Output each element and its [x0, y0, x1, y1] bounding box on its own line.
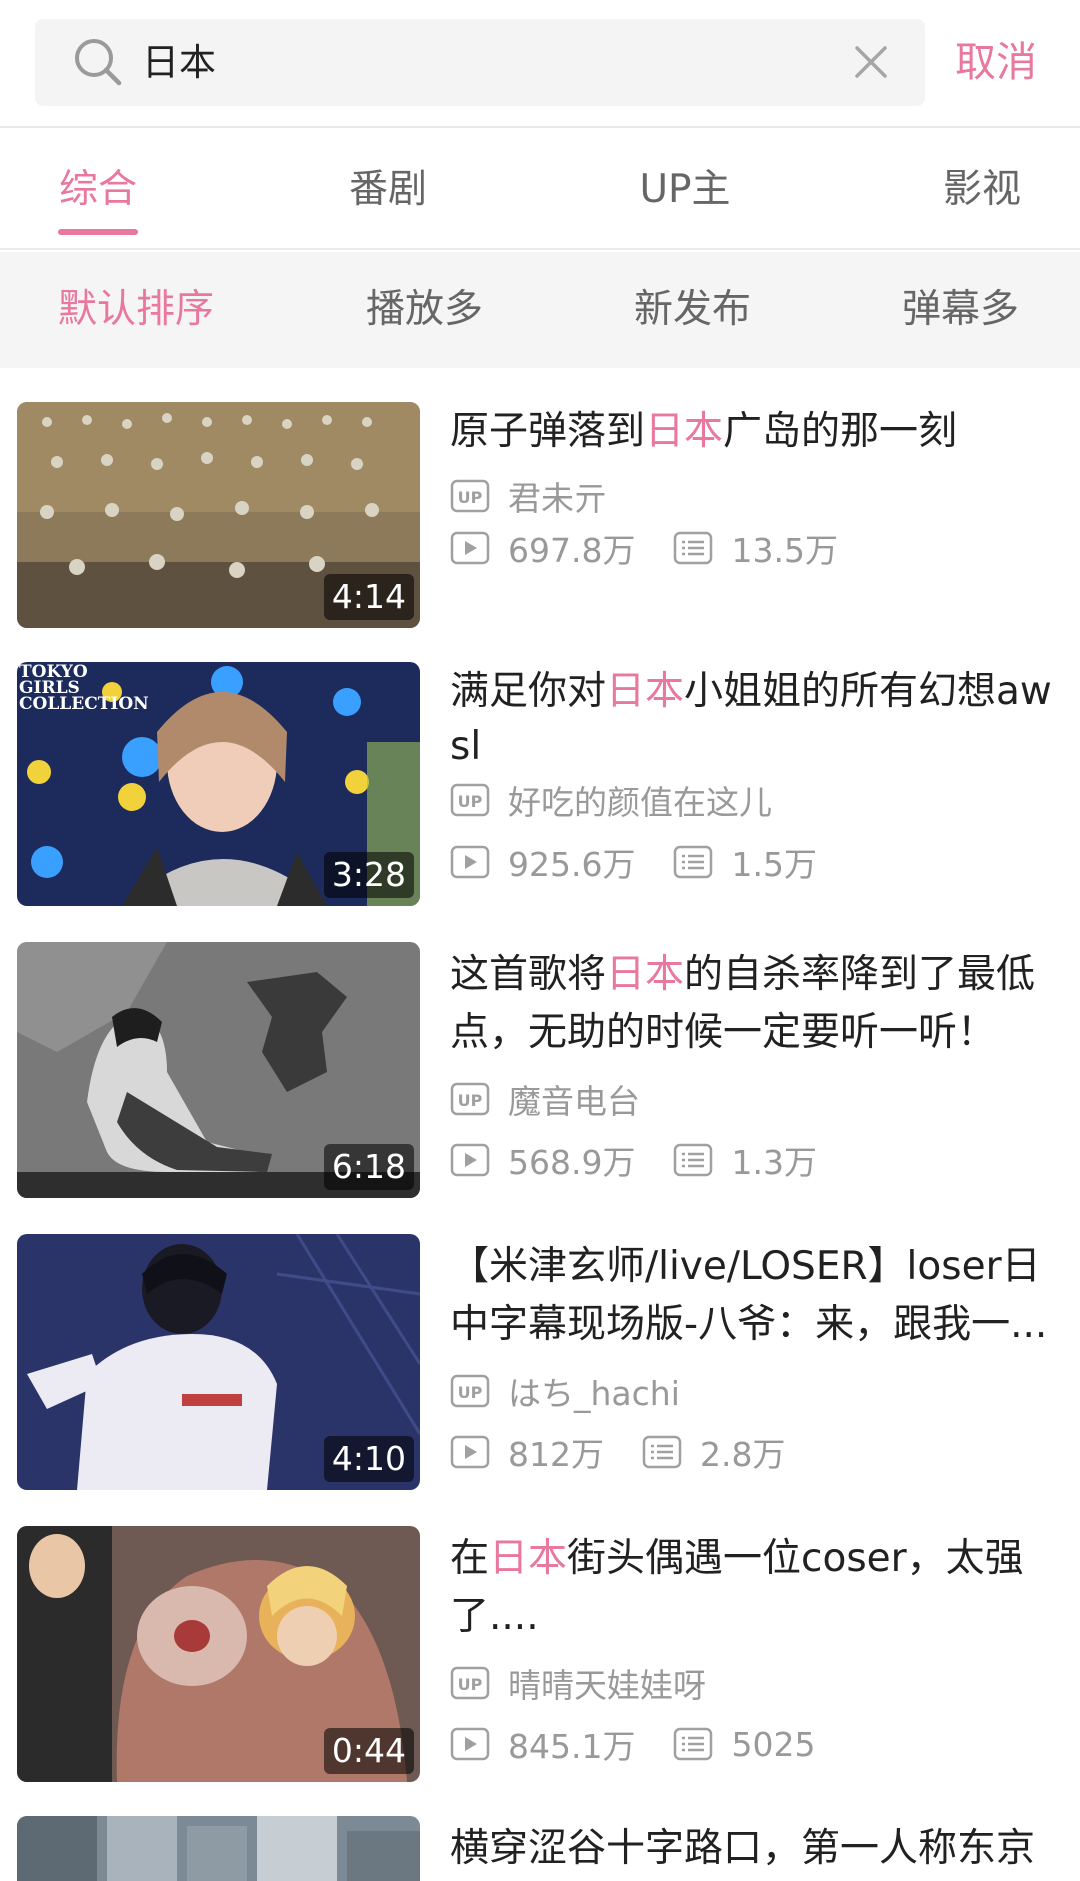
- play-count-icon: [450, 531, 490, 565]
- video-duration: 4:14: [323, 574, 414, 620]
- sort-most-danmaku[interactable]: 弹幕多: [902, 252, 1019, 368]
- video-thumbnail[interactable]: 0:44: [17, 1526, 420, 1782]
- sort-bar: 默认排序 播放多 新发布 弹幕多: [0, 252, 1080, 368]
- keyword-highlight: 日本: [489, 1536, 568, 1581]
- play-count-icon: [450, 845, 490, 879]
- search-input[interactable]: 日本: [142, 19, 216, 106]
- play-count-icon: [450, 1143, 490, 1177]
- keyword-highlight: 日本: [606, 669, 685, 714]
- video-duration: 4:10: [323, 1436, 414, 1482]
- danmaku-icon: [674, 531, 713, 565]
- video-duration: 3:28: [323, 852, 414, 898]
- danmaku-count: 5025: [731, 1724, 816, 1764]
- up-badge-icon: UP: [450, 783, 490, 817]
- play-count: 568.9万: [508, 1143, 636, 1182]
- sort-newest[interactable]: 新发布: [634, 252, 751, 368]
- video-item[interactable]: 4:14 原子弹落到日本广岛的那一刻 UP 君未亓 697.8万 13.5万: [0, 402, 1080, 634]
- sort-default[interactable]: 默认排序: [58, 252, 214, 368]
- close-icon[interactable]: [851, 42, 891, 82]
- video-duration: 0:44: [323, 1728, 414, 1774]
- video-item[interactable]: 横穿涩谷十字路口，第一人称东京: [0, 1816, 1080, 1881]
- video-thumbnail[interactable]: 4:10: [17, 1234, 420, 1490]
- play-count-icon: [450, 1435, 490, 1469]
- video-title[interactable]: 原子弹落到日本广岛的那一刻: [450, 404, 1060, 459]
- video-thumbnail[interactable]: TOKYO GIRLS COLLECTION 3:28: [17, 662, 420, 906]
- danmaku-icon: [674, 1143, 713, 1177]
- play-count: 845.1万: [508, 1727, 636, 1766]
- video-title[interactable]: 满足你对日本小姐姐的所有幻想awsl: [450, 664, 1060, 774]
- video-item[interactable]: 4:10 【米津玄师/live/LOSER】loser日中字幕现场版-八爷：来，…: [0, 1234, 1080, 1490]
- up-badge-icon: UP: [450, 1374, 490, 1408]
- uploader-row[interactable]: UP はち_hachi: [450, 1369, 680, 1413]
- search-header: 日本 取消: [0, 0, 1080, 128]
- keyword-highlight: 日本: [606, 952, 685, 997]
- stats-row: 845.1万 5025: [450, 1722, 815, 1766]
- uploader-row[interactable]: UP 魔音电台: [450, 1077, 640, 1121]
- video-title[interactable]: 这首歌将日本的自杀率降到了最低点，无助的时候一定要听一听！: [450, 946, 1060, 1058]
- stats-row: 925.6万 1.5万: [450, 840, 817, 884]
- stats-row: 812万 2.8万: [450, 1430, 785, 1474]
- play-count: 697.8万: [508, 531, 636, 570]
- play-count: 812万: [508, 1435, 604, 1474]
- uploader-name: 君未亓: [508, 479, 607, 518]
- uploader-row[interactable]: UP 君未亓: [450, 474, 607, 518]
- video-thumbnail[interactable]: 4:14: [17, 402, 420, 628]
- video-item[interactable]: TOKYO GIRLS COLLECTION 3:28 满足你对日本小姐姐的所有…: [0, 662, 1080, 906]
- keyword-highlight: 日本: [645, 409, 724, 454]
- uploader-name: 魔音电台: [508, 1082, 640, 1121]
- video-thumbnail[interactable]: 6:18: [17, 942, 420, 1198]
- up-badge-icon: UP: [450, 479, 490, 513]
- video-duration: 6:18: [323, 1144, 414, 1190]
- tab-up-master[interactable]: UP主: [610, 130, 760, 250]
- stats-row: 568.9万 1.3万: [450, 1138, 817, 1182]
- svg-text:UP: UP: [458, 1091, 483, 1110]
- stats-row: 697.8万 13.5万: [450, 526, 838, 570]
- danmaku-icon: [674, 845, 713, 879]
- sort-most-played[interactable]: 播放多: [366, 252, 483, 368]
- danmaku-count: 13.5万: [731, 531, 838, 570]
- uploader-name: はち_hachi: [508, 1374, 680, 1413]
- tab-bangumi[interactable]: 番剧: [330, 130, 446, 250]
- video-list: 4:14 原子弹落到日本广岛的那一刻 UP 君未亓 697.8万 13.5万 T…: [0, 368, 1080, 1881]
- search-icon: [75, 39, 122, 86]
- uploader-row[interactable]: UP 晴晴天娃娃呀: [450, 1661, 706, 1705]
- result-tabs: 综合 番剧 UP主 影视: [0, 130, 1080, 250]
- danmaku-count: 1.5万: [731, 845, 817, 884]
- video-thumbnail[interactable]: [17, 1816, 420, 1881]
- video-title[interactable]: 【米津玄师/live/LOSER】loser日中字幕现场版-八爷：来，跟我一..…: [450, 1238, 1060, 1350]
- thumbnail-caption: TOKYO GIRLS COLLECTION: [19, 662, 149, 714]
- svg-text:UP: UP: [458, 1383, 483, 1402]
- danmaku-count: 1.3万: [731, 1143, 817, 1182]
- tab-active-indicator: [58, 229, 138, 235]
- video-item[interactable]: 0:44 在日本街头偶遇一位coser，太强了.... UP 晴晴天娃娃呀 84…: [0, 1526, 1080, 1782]
- svg-text:UP: UP: [458, 488, 483, 507]
- uploader-name: 好吃的颜值在这儿: [508, 783, 772, 822]
- svg-text:UP: UP: [458, 792, 483, 811]
- video-title[interactable]: 横穿涩谷十字路口，第一人称东京: [450, 1820, 1060, 1878]
- svg-text:UP: UP: [458, 1675, 483, 1694]
- video-item[interactable]: 6:18 这首歌将日本的自杀率降到了最低点，无助的时候一定要听一听！ UP 魔音…: [0, 942, 1080, 1198]
- up-badge-icon: UP: [450, 1666, 490, 1700]
- play-count-icon: [450, 1727, 490, 1761]
- play-count: 925.6万: [508, 845, 636, 884]
- uploader-name: 晴晴天娃娃呀: [508, 1666, 706, 1705]
- tab-film-tv[interactable]: 影视: [924, 130, 1040, 250]
- danmaku-icon: [674, 1727, 713, 1761]
- video-title[interactable]: 在日本街头偶遇一位coser，太强了....: [450, 1530, 1060, 1642]
- danmaku-icon: [642, 1435, 682, 1469]
- danmaku-count: 2.8万: [700, 1435, 786, 1474]
- search-box[interactable]: 日本: [35, 19, 925, 106]
- up-badge-icon: UP: [450, 1082, 490, 1116]
- cancel-button[interactable]: 取消: [955, 19, 1037, 106]
- uploader-row[interactable]: UP 好吃的颜值在这儿: [450, 778, 772, 822]
